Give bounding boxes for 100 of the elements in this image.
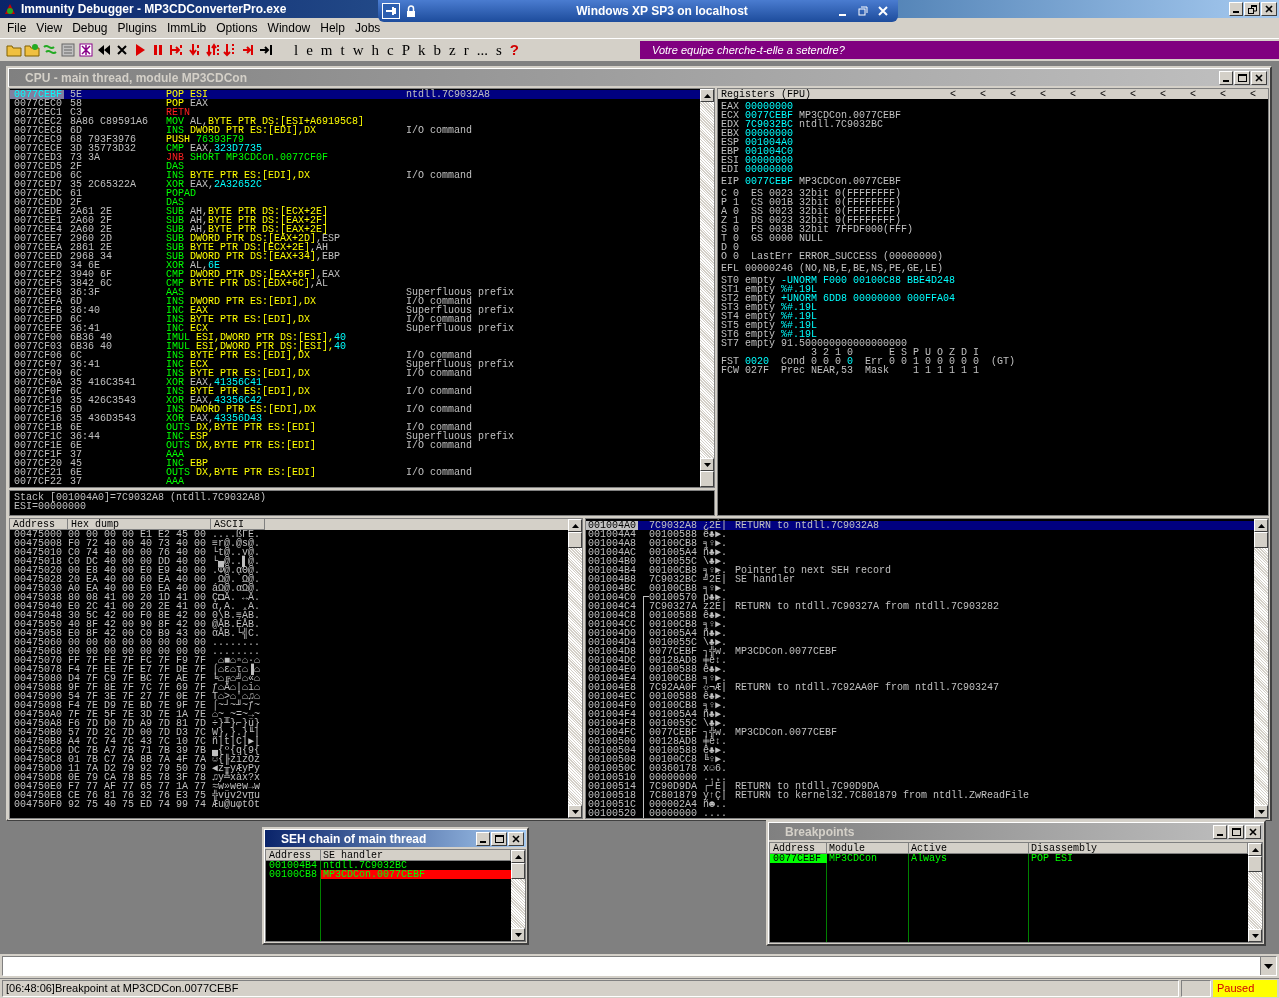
disassembly-row[interactable]: 0077CED5 2F DAS (10, 162, 700, 171)
scrollbar-thumb[interactable] (1248, 856, 1262, 872)
menu-item[interactable]: Plugins (112, 21, 162, 35)
disassembly-row[interactable]: 0077CEC2 8A86 C89591A6 MOV AL,BYTE PTR DS:[ESI+A69195C8] (10, 117, 700, 126)
stack-row[interactable]: 001004E4 00100CB8 ╕♀►. (586, 674, 1254, 683)
menu-item[interactable]: Help (315, 21, 350, 35)
arrow-button[interactable]: < (1118, 89, 1148, 99)
stack-row[interactable]: 001004CC 00100CB8 ╕♀►. (586, 620, 1254, 629)
restore-button[interactable] (1244, 2, 1260, 16)
disassembly-row[interactable]: 0077CEC1 C3 RETN (10, 108, 700, 117)
scrollbar-thumb[interactable] (511, 863, 525, 879)
address-cell[interactable]: 0077CEBF (770, 854, 827, 863)
stack-row[interactable]: 00100500 00128AD8 ╪è↕. (586, 737, 1254, 746)
toolbar-button[interactable]: l (294, 41, 299, 59)
stack-row[interactable]: 001004A8 00100CB8 ╕♀►. (586, 539, 1254, 548)
close-button[interactable] (1245, 824, 1261, 839)
stack-row[interactable]: 001004D4 0010055C \♣►. (586, 638, 1254, 647)
disassembly-row[interactable]: 0077CEFB 36:40 INC EAX Superfluous prefix (10, 306, 700, 315)
scrollbar[interactable] (511, 850, 525, 941)
close-button[interactable] (508, 831, 524, 846)
menu-item[interactable]: Options (211, 21, 263, 35)
stack-row[interactable]: 001004DC 00128AD8 ╪è↕. (586, 656, 1254, 665)
arrow-button[interactable]: < (968, 89, 998, 99)
disassembly-row[interactable]: 0077CEDD 2F DAS (10, 198, 700, 207)
arrow-bar-icon[interactable] (258, 42, 274, 58)
toolbar-button[interactable]: e (306, 41, 313, 59)
toolbar-button[interactable]: h (371, 41, 380, 59)
command-field[interactable] (2, 956, 1277, 976)
toolbar-button[interactable]: c (387, 41, 394, 59)
stack-row[interactable]: 00100508 00100CC8 ╚♀►. (586, 755, 1254, 764)
menu-item[interactable]: Debug (67, 21, 113, 35)
disassembly-row[interactable]: 0077CEEA 2861 2E SUB BYTE PTR DS:[ECX+2E],AH (10, 243, 700, 252)
scroll-up-button[interactable] (1248, 843, 1262, 856)
toolbar-button[interactable]: k (418, 41, 426, 59)
stack-row[interactable]: 001004EC 00100588 ê♣►. (586, 692, 1254, 701)
scroll-down-button[interactable] (1248, 929, 1262, 942)
stack-row[interactable]: 001004E8 7C92AA0F ☼¬Æ| RETURN to ntdll.7C92AA0F from ntdll.7C903247 (586, 683, 1254, 692)
disassembly-row[interactable]: 0077CECE 3D 35773D32 CMP EAX,323D7735 (10, 144, 700, 153)
toolbar-button[interactable]: m (320, 41, 333, 59)
minimize-button[interactable] (1219, 70, 1233, 85)
scroll-up-button[interactable] (700, 89, 714, 102)
stack-row[interactable]: 001004C8 00100588 ê♣►. (586, 611, 1254, 620)
menu-item[interactable]: Window (262, 21, 316, 35)
scrollbar-thumb[interactable] (568, 532, 582, 548)
stack-row[interactable]: 00100518 7C801879 y↑Ç| RETURN to kernel32.7C801879 from ntdll.ZwReadFile (586, 791, 1254, 800)
menu-item[interactable]: Jobs (349, 21, 386, 35)
stack-row[interactable]: 001004BC 00100CB8 ╕♀►. (586, 584, 1254, 593)
arrow-button[interactable]: < (1178, 89, 1208, 99)
handler-cell[interactable]: ntdll.7C9032BC (321, 861, 511, 870)
step-icon[interactable] (186, 42, 202, 58)
minimize-button[interactable] (476, 831, 490, 846)
column-header[interactable]: Address (266, 850, 321, 861)
scroll-up-button[interactable] (1254, 519, 1268, 532)
stack-row[interactable]: 001004FC 0077CEBF ┐╬w. MP3CDCon.0077CEBF (586, 728, 1254, 737)
disassembly-row[interactable]: 0077CEC8 6D INS DWORD PTR ES:[EDI],DX I/O command (10, 126, 700, 135)
arrow-button[interactable]: < (1208, 89, 1238, 99)
arrow-button[interactable]: < (1088, 89, 1118, 99)
stack-row[interactable]: 0010051C 000002A4 ñ☻.. (586, 800, 1254, 809)
disassembly-row[interactable]: 0077CEFE 36:41 INC ECX Superfluous prefix (10, 324, 700, 333)
stack-row[interactable]: 00100520 00000000 .... (586, 809, 1254, 818)
disassembly-row[interactable]: 0077CF21 6E OUTS DX,BYTE PTR ES:[EDI] I/O command (10, 468, 700, 477)
disassembly-row[interactable]: 0077CEF8 36:3F AAS Superfluous prefix (10, 288, 700, 297)
toolbar-button[interactable]: ? (509, 41, 519, 59)
disassembly-row[interactable]: 0077CF03 6B36 40 IMUL ESI,DWORD PTR DS:[ESI],40 (10, 342, 700, 351)
disassembly-row[interactable]: 0077CF0F 6C INS BYTE PTR ES:[EDI],DX I/O command (10, 387, 700, 396)
scrollbar[interactable] (1248, 843, 1262, 942)
menu-item[interactable]: ImmLib (161, 21, 212, 35)
column-header[interactable]: Module (827, 843, 909, 854)
disassembly-row[interactable]: 0077CF07 36:41 INC ECX Superfluous prefix (10, 360, 700, 369)
step-icon[interactable] (168, 42, 184, 58)
stack-row[interactable]: 001004A0 7C9032A8 ¿2É| RETURN to ntdll.7C9032A8 (586, 521, 1254, 530)
disassembly-row[interactable]: 0077CF0A 35 416C3541 XOR EAX,41356C41 (10, 378, 700, 387)
toolbar-button[interactable]: r (463, 41, 469, 59)
maximize-button[interactable] (1228, 824, 1244, 839)
scroll-down-button[interactable] (568, 805, 582, 818)
lock-icon[interactable] (406, 5, 416, 17)
arrow-button[interactable]: < (1238, 89, 1268, 99)
folder-icon[interactable] (6, 42, 22, 58)
disassembly-row[interactable]: 0077CED6 6C INS BYTE PTR ES:[EDI],DX I/O command (10, 171, 700, 180)
scroll-down-button[interactable] (1254, 805, 1268, 818)
folder-icon[interactable] (24, 42, 40, 58)
disassembly-row[interactable]: 0077CF15 6D INS DWORD PTR ES:[EDI],DX I/O command (10, 405, 700, 414)
disassembly-row[interactable]: 0077CEE4 2A60 2E SUB AH,BYTE PTR DS:[EAX+2E] (10, 225, 700, 234)
disassembly-row[interactable]: 0077CEFA 6D INS DWORD PTR ES:[EDI],DX I/O command (10, 297, 700, 306)
stack-row[interactable]: 001004B0 0010055C \♣►. (586, 557, 1254, 566)
scroll-down-button[interactable] (511, 928, 525, 941)
scrollbar-thumb[interactable] (700, 471, 714, 487)
close-button[interactable] (1251, 70, 1267, 85)
step-icon[interactable] (204, 42, 220, 58)
arrow-button[interactable]: < (998, 89, 1028, 99)
disassembly-row[interactable]: 0077CF1B 6E OUTS DX,BYTE PTR ES:[EDI] I/O command (10, 423, 700, 432)
disassembly-row[interactable]: 0077CEE1 2A60 2F SUB AH,BYTE PTR DS:[EAX+2F] (10, 216, 700, 225)
disassembly-row[interactable]: 0077CEF2 3940 6F CMP DWORD PTR DS:[EAX+6F],EAX (10, 270, 700, 279)
column-header[interactable]: SE handler (321, 850, 511, 861)
disassembly-row[interactable]: 0077CEF5 3842 6C CMP BYTE PTR DS:[EDX+6C],AL (10, 279, 700, 288)
disassembly-row[interactable]: 0077CF22 37 AAA (10, 477, 700, 486)
disassembly-row[interactable]: 0077CEFD 6C INS BYTE PTR ES:[EDI],DX I/O command (10, 315, 700, 324)
stack-row[interactable]: 00100504 00100588 ê♣►. (586, 746, 1254, 755)
disassembly-row[interactable]: 0077CEED 2968 34 SUB DWORD PTR DS:[EAX+34],EBP (10, 252, 700, 261)
disassembly-row[interactable]: 0077CEBF 5E POP ESI ntdll.7C9032A8 (10, 90, 700, 99)
